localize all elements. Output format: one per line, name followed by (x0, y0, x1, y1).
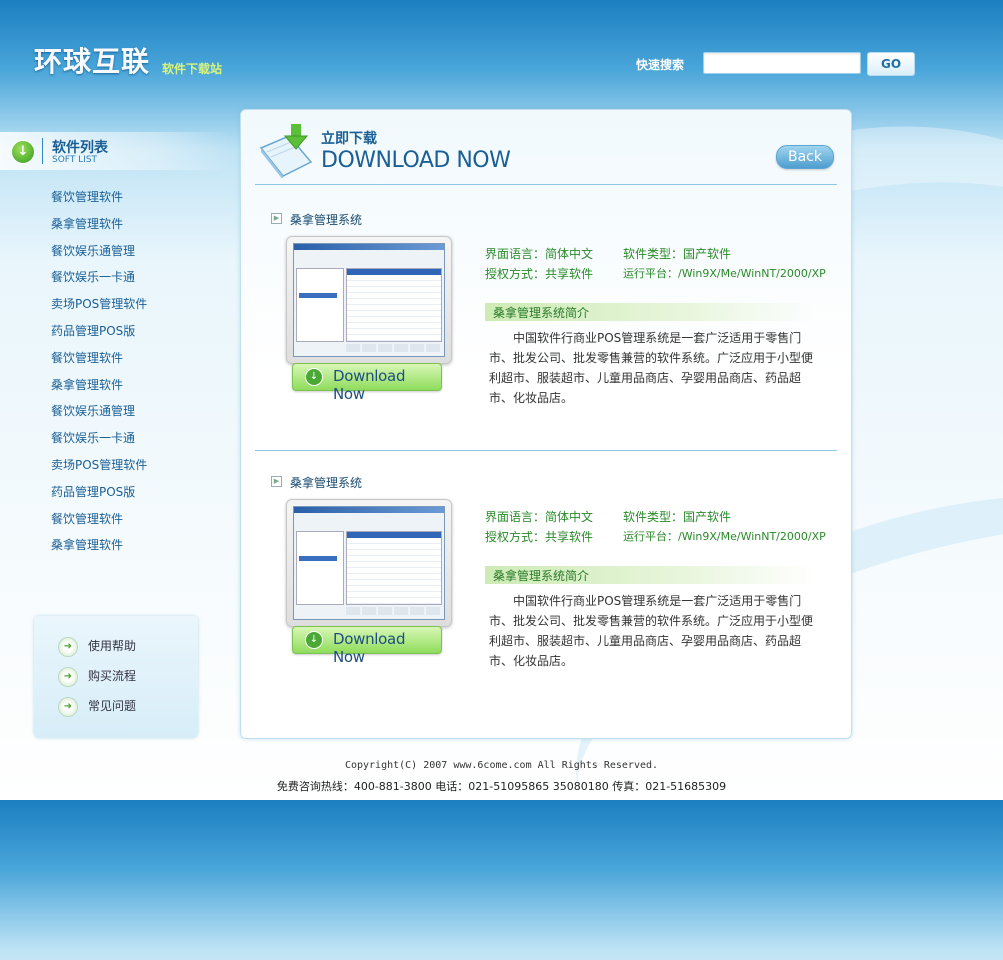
download-box-icon (259, 124, 313, 178)
platform: 运行平台：/Win9X/Me/WinNT/2000/XP (623, 267, 826, 280)
download-now-button[interactable]: ↓ Download Now (292, 363, 442, 403)
screenshot-thumbnail[interactable] (286, 499, 452, 627)
download-now-label: Download Now (333, 630, 406, 666)
copyright: Copyright(C) 2007 www.6come.com All Righ… (344, 760, 659, 771)
sidebar-item[interactable]: 餐饮娱乐通管理 (51, 400, 147, 427)
screenshot-image (293, 506, 445, 620)
help-link-purchase[interactable]: ➜ 购买流程 (58, 665, 136, 687)
intro-title: 桑拿管理系统简介 (493, 306, 590, 320)
download-now-button[interactable]: ↓ Download Now (292, 626, 442, 666)
sidebar-item[interactable]: 餐饮管理软件 (51, 508, 147, 535)
sidebar-item[interactable]: 卖场POS管理软件 (51, 293, 147, 320)
search-input[interactable] (703, 52, 861, 74)
intro-title: 桑拿管理系统简介 (493, 569, 590, 583)
divider (42, 138, 43, 164)
sidebar-item[interactable]: 餐饮娱乐一卡通 (51, 427, 147, 454)
help-link-faq[interactable]: ➜ 常见问题 (58, 695, 136, 717)
sidebar-header: ↓ 软件列表 SOFT LIST (0, 132, 230, 170)
sidebar-title: 软件列表 (52, 140, 108, 156)
download-title-en: DOWNLOAD NOW (321, 148, 511, 173)
sidebar-item[interactable]: 餐饮管理软件 (51, 186, 147, 213)
screenshot-thumbnail[interactable] (286, 236, 452, 364)
license-type: 授权方式：共享软件 (485, 530, 594, 544)
intro-text: 中国软件行商业POS管理系统是一套广泛适用于零售门市、批发公司、批发零售兼营的软… (489, 331, 814, 405)
divider (255, 450, 837, 451)
intro-header: 桑拿管理系统简介 (485, 303, 815, 321)
site-logo[interactable]: 环球互联 (34, 40, 150, 80)
sidebar-title-en: SOFT LIST (52, 155, 98, 165)
sidebar-item[interactable]: 餐饮管理软件 (51, 347, 147, 374)
arrow-right-icon: ➜ (58, 696, 78, 717)
help-link-usage[interactable]: ➜ 使用帮助 (58, 635, 136, 657)
help-link-label: 使用帮助 (88, 639, 137, 653)
software-name[interactable]: 桑拿管理系统 (290, 474, 362, 491)
download-arrow-icon: ↓ (305, 368, 323, 386)
intro-text: 中国软件行商业POS管理系统是一套广泛适用于零售门市、批发公司、批发零售兼营的软… (489, 594, 814, 668)
help-link-label: 常见问题 (88, 699, 137, 713)
arrow-right-icon: ➜ (58, 636, 78, 657)
sidebar-item[interactable]: 桑拿管理软件 (51, 374, 147, 401)
intro-header: 桑拿管理系统简介 (485, 566, 815, 584)
software-type: 软件类型：国产软件 (623, 510, 732, 524)
triangle-bullet-icon: ▶ (271, 476, 282, 487)
site-subtitle: 软件下载站 (162, 62, 223, 76)
download-title-cn: 立即下载 (321, 131, 377, 147)
license-type: 授权方式：共享软件 (485, 267, 594, 281)
arrow-right-icon: ➜ (58, 666, 78, 687)
download-panel: 立即下载 DOWNLOAD NOW Back ▶ 桑拿管理系统 ↓ Downlo… (240, 109, 852, 739)
interface-language: 界面语言：简体中文 (485, 247, 594, 261)
screenshot-image (293, 243, 445, 357)
sidebar-item[interactable]: 桑拿管理软件 (51, 213, 147, 240)
help-link-label: 购买流程 (88, 669, 137, 683)
software-item: ▶ 桑拿管理系统 ↓ Download Now 界面语言：简体中文 软件类型：国… (241, 211, 851, 451)
sidebar-item[interactable]: 餐饮娱乐通管理 (51, 240, 147, 267)
software-name[interactable]: 桑拿管理系统 (290, 211, 362, 228)
page: { "header": { "logo": "环球互联", "logo_sub"… (0, 0, 1003, 960)
search-go-button[interactable]: GO (867, 52, 915, 76)
software-type: 软件类型：国产软件 (623, 247, 732, 261)
platform: 运行平台：/Win9X/Me/WinNT/2000/XP (623, 530, 826, 543)
sidebar-list: 餐饮管理软件 桑拿管理软件 餐饮娱乐通管理 餐饮娱乐一卡通 卖场POS管理软件 … (51, 186, 147, 561)
help-box: ➜ 使用帮助 ➜ 购买流程 ➜ 常见问题 (34, 616, 198, 738)
back-button[interactable]: Back (776, 145, 834, 169)
sidebar-item[interactable]: 药品管理POS版 (51, 320, 147, 347)
contact-info: 免费咨询热线：400-881-3800 电话：021-51095865 3508… (276, 780, 727, 793)
interface-language: 界面语言：简体中文 (485, 510, 594, 524)
divider (255, 184, 837, 185)
triangle-bullet-icon: ▶ (271, 213, 282, 224)
download-arrow-icon: ↓ (11, 140, 35, 164)
sidebar-item[interactable]: 桑拿管理软件 (51, 534, 147, 561)
sidebar-item[interactable]: 餐饮娱乐一卡通 (51, 266, 147, 293)
sidebar-item[interactable]: 药品管理POS版 (51, 481, 147, 508)
download-now-label: Download Now (333, 367, 406, 403)
software-item: ▶ 桑拿管理系统 ↓ Download Now 界面语言：简体中文 软件类型：国… (241, 474, 851, 714)
sidebar-item[interactable]: 卖场POS管理软件 (51, 454, 147, 481)
search-label: 快速搜索 (636, 58, 685, 72)
download-arrow-icon: ↓ (305, 631, 323, 649)
